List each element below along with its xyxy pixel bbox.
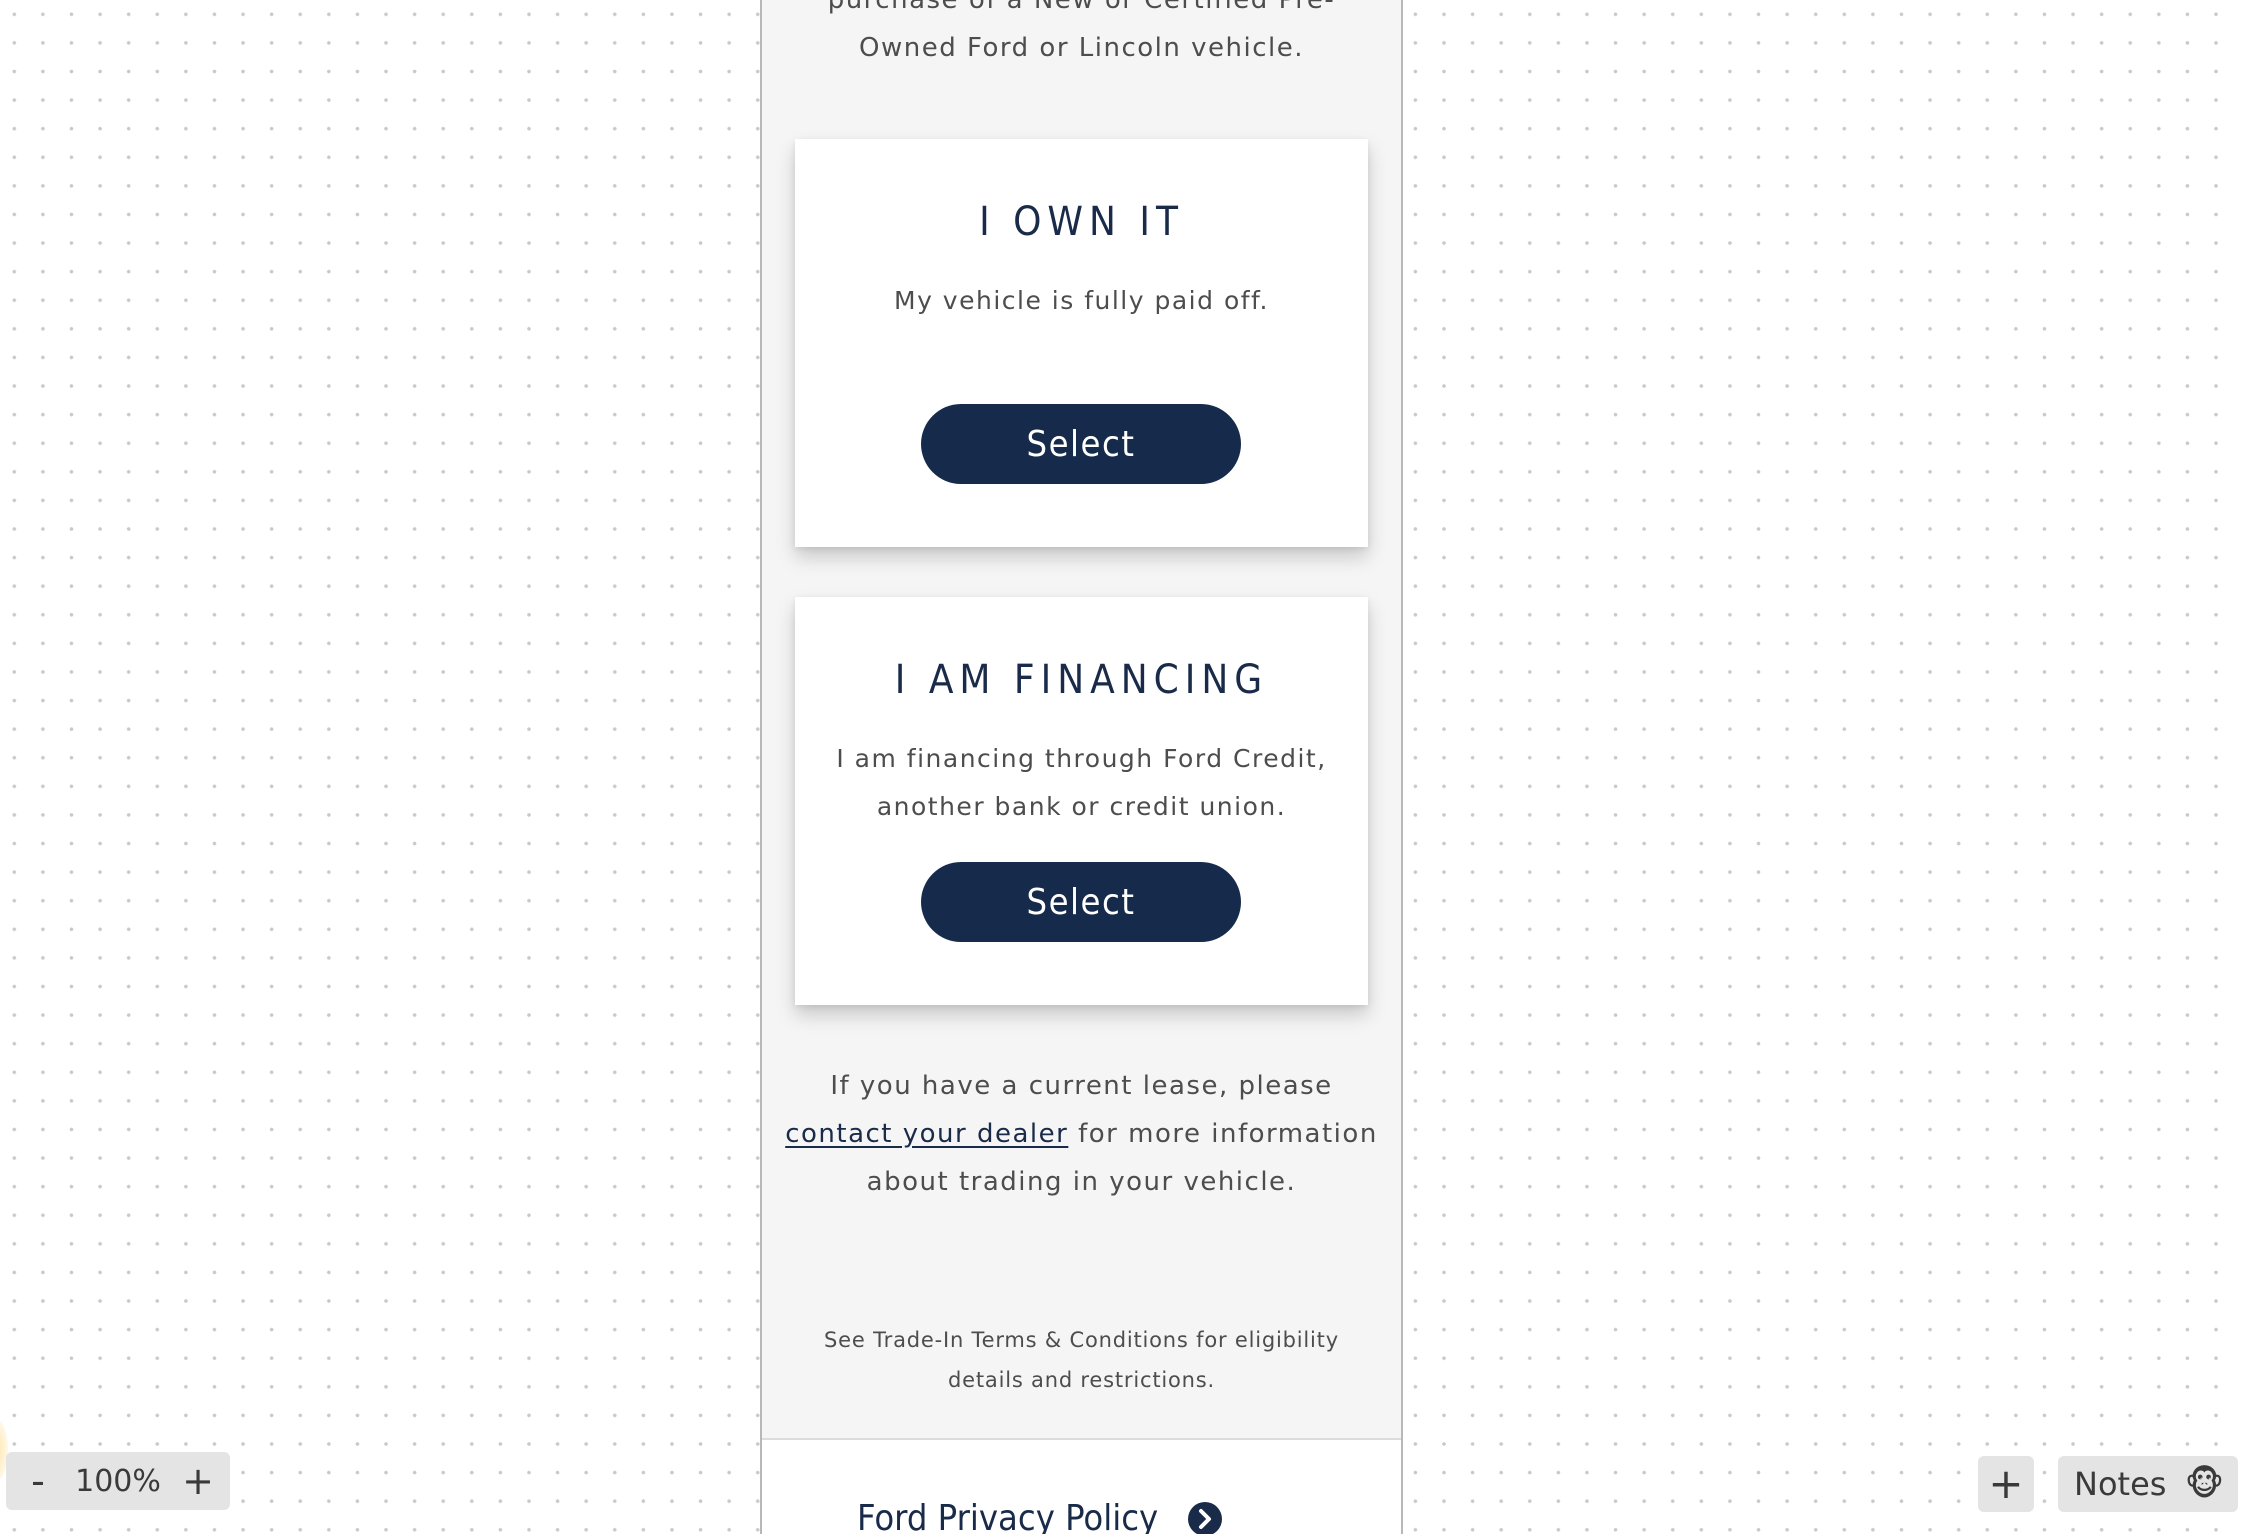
zoom-control: - 100% + xyxy=(6,1452,230,1510)
privacy-policy-link[interactable]: Ford Privacy Policy xyxy=(857,1498,1223,1534)
zoom-level: 100% xyxy=(75,1463,161,1499)
own-it-select-button[interactable]: Select xyxy=(921,404,1241,484)
financing-card: I AM FINANCING I am financing through Fo… xyxy=(795,597,1368,1005)
notes-button[interactable]: Notes 🐵 xyxy=(2058,1456,2238,1512)
lease-text-before: If you have a current lease, please xyxy=(830,1071,1333,1101)
card-title: I OWN IT xyxy=(979,199,1184,245)
intro-text: purchase of a New or Certified Pre-Owned… xyxy=(827,0,1336,63)
card-description: My vehicle is fully paid off. xyxy=(894,286,1269,315)
footer: Ford Privacy Policy xyxy=(762,1438,1401,1534)
own-it-card: I OWN IT My vehicle is fully paid off. S… xyxy=(795,139,1368,547)
card-description: I am financing through Ford Credit, anot… xyxy=(836,744,1327,821)
chevron-right-circle-icon xyxy=(1188,1501,1223,1534)
notes-label: Notes xyxy=(2074,1465,2167,1503)
card-title: I AM FINANCING xyxy=(894,657,1269,703)
lease-notice: If you have a current lease, please cont… xyxy=(782,1062,1381,1206)
monkey-icon: 🐵 xyxy=(2184,1464,2224,1504)
zoom-out-button[interactable]: - xyxy=(12,1455,64,1507)
contact-dealer-link[interactable]: contact your dealer xyxy=(785,1119,1068,1149)
add-button[interactable]: + xyxy=(1978,1456,2034,1512)
mobile-preview-frame: purchase of a New or Certified Pre-Owned… xyxy=(760,0,1403,1534)
financing-select-button[interactable]: Select xyxy=(921,862,1241,942)
privacy-policy-label: Ford Privacy Policy xyxy=(857,1498,1159,1534)
zoom-in-button[interactable]: + xyxy=(172,1455,224,1507)
terms-notice: See Trade-In Terms & Conditions for elig… xyxy=(824,1328,1339,1392)
